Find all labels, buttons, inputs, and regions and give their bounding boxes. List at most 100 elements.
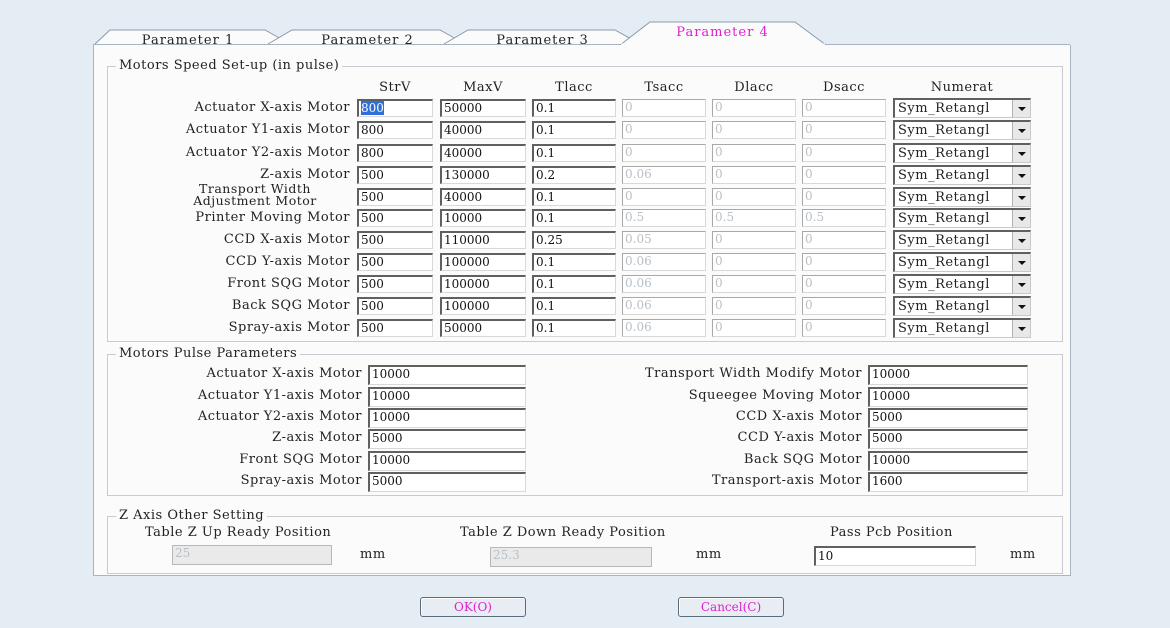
speed-tlacc-input-z-axis-motor[interactable]: 0.2 xyxy=(532,166,616,184)
speed-tlacc-input-back-sqg-motor[interactable]: 0.1 xyxy=(532,297,616,315)
z-up-input[interactable]: 25 xyxy=(172,545,332,565)
chevron-down-icon[interactable] xyxy=(1012,167,1030,184)
speed-dsacc-input-printer-moving-motor[interactable]: 0.5 xyxy=(802,209,886,227)
speed-tlacc-input-front-sqg-motor[interactable]: 0.1 xyxy=(532,275,616,293)
speed-tlacc-input-transport-width-adjustment-motor[interactable]: 0.1 xyxy=(532,188,616,206)
speed-maxv-input-transport-width-adjustment-motor[interactable]: 40000 xyxy=(440,188,526,206)
pulse-left-input-actuator-y2-axis-motor[interactable]: 10000 xyxy=(368,408,526,428)
speed-maxv-input-ccd-y-axis-motor[interactable]: 100000 xyxy=(440,253,526,271)
numerat-select-front-sqg-motor[interactable]: Sym_Retangl xyxy=(893,274,1031,294)
speed-maxv-input-actuator-y2-axis-motor[interactable]: 40000 xyxy=(440,144,526,162)
speed-dsacc-input-actuator-y1-axis-motor[interactable]: 0 xyxy=(802,121,886,139)
speed-tsacc-input-actuator-y2-axis-motor[interactable]: 0 xyxy=(622,144,706,162)
speed-tsacc-input-back-sqg-motor[interactable]: 0.06 xyxy=(622,297,706,315)
speed-tsacc-input-front-sqg-motor[interactable]: 0.06 xyxy=(622,275,706,293)
speed-dsacc-input-ccd-x-axis-motor[interactable]: 0 xyxy=(802,231,886,249)
speed-tlacc-input-actuator-x-axis-motor[interactable]: 0.1 xyxy=(532,99,616,117)
numerat-select-ccd-y-axis-motor[interactable]: Sym_Retangl xyxy=(893,252,1031,272)
speed-tsacc-input-printer-moving-motor[interactable]: 0.5 xyxy=(622,209,706,227)
chevron-down-icon[interactable] xyxy=(1012,100,1030,117)
speed-strv-input-actuator-y2-axis-motor[interactable]: 800 xyxy=(357,144,433,162)
ok-button[interactable]: OK(O) xyxy=(420,597,526,617)
speed-dsacc-input-actuator-y2-axis-motor[interactable]: 0 xyxy=(802,144,886,162)
tab-parameter-4[interactable]: Parameter 4 xyxy=(650,22,795,44)
speed-tlacc-input-printer-moving-motor[interactable]: 0.1 xyxy=(532,209,616,227)
chevron-down-icon[interactable] xyxy=(1012,122,1030,139)
speed-dlacc-input-z-axis-motor[interactable]: 0 xyxy=(712,166,796,184)
chevron-down-icon[interactable] xyxy=(1012,210,1030,227)
speed-dsacc-input-back-sqg-motor[interactable]: 0 xyxy=(802,297,886,315)
speed-dsacc-input-z-axis-motor[interactable]: 0 xyxy=(802,166,886,184)
speed-tsacc-input-ccd-y-axis-motor[interactable]: 0.06 xyxy=(622,253,706,271)
speed-tsacc-input-ccd-x-axis-motor[interactable]: 0.05 xyxy=(622,231,706,249)
speed-strv-input-actuator-y1-axis-motor[interactable]: 800 xyxy=(357,121,433,139)
speed-strv-input-z-axis-motor[interactable]: 500 xyxy=(357,166,433,184)
pulse-left-input-actuator-y1-axis-motor[interactable]: 10000 xyxy=(368,387,526,407)
speed-maxv-input-actuator-x-axis-motor[interactable]: 50000 xyxy=(440,99,526,117)
pulse-left-input-z-axis-motor[interactable]: 5000 xyxy=(368,429,526,449)
pulse-right-input-ccd-x-axis-motor[interactable]: 5000 xyxy=(868,408,1028,428)
numerat-select-actuator-y1-axis-motor[interactable]: Sym_Retangl xyxy=(893,120,1031,140)
speed-strv-input-ccd-x-axis-motor[interactable]: 500 xyxy=(357,231,433,249)
pulse-right-input-transport-axis-motor[interactable]: 1600 xyxy=(868,472,1028,492)
speed-maxv-input-ccd-x-axis-motor[interactable]: 110000 xyxy=(440,231,526,249)
speed-maxv-input-printer-moving-motor[interactable]: 10000 xyxy=(440,209,526,227)
pulse-left-input-spray-axis-motor[interactable]: 5000 xyxy=(368,472,526,492)
chevron-down-icon[interactable] xyxy=(1012,320,1030,337)
chevron-down-icon[interactable] xyxy=(1012,276,1030,293)
chevron-down-icon[interactable] xyxy=(1012,232,1030,249)
pulse-left-input-actuator-x-axis-motor[interactable]: 10000 xyxy=(368,365,526,385)
speed-dlacc-input-ccd-y-axis-motor[interactable]: 0 xyxy=(712,253,796,271)
speed-tlacc-input-actuator-y2-axis-motor[interactable]: 0.1 xyxy=(532,144,616,162)
speed-dlacc-input-actuator-y2-axis-motor[interactable]: 0 xyxy=(712,144,796,162)
numerat-select-ccd-x-axis-motor[interactable]: Sym_Retangl xyxy=(893,230,1031,250)
speed-dsacc-input-spray-axis-motor[interactable]: 0 xyxy=(802,319,886,337)
numerat-select-actuator-x-axis-motor[interactable]: Sym_Retangl xyxy=(893,98,1031,118)
numerat-select-spray-axis-motor[interactable]: Sym_Retangl xyxy=(893,318,1031,338)
speed-strv-input-actuator-x-axis-motor[interactable]: 800 xyxy=(357,99,433,117)
speed-dlacc-input-printer-moving-motor[interactable]: 0.5 xyxy=(712,209,796,227)
speed-dsacc-input-ccd-y-axis-motor[interactable]: 0 xyxy=(802,253,886,271)
speed-tlacc-input-spray-axis-motor[interactable]: 0.1 xyxy=(532,319,616,337)
speed-dlacc-input-back-sqg-motor[interactable]: 0 xyxy=(712,297,796,315)
numerat-select-transport-width-adjustment-motor[interactable]: Sym_Retangl xyxy=(893,187,1031,207)
speed-strv-input-ccd-y-axis-motor[interactable]: 500 xyxy=(357,253,433,271)
speed-tsacc-input-spray-axis-motor[interactable]: 0.06 xyxy=(622,319,706,337)
speed-dlacc-input-actuator-y1-axis-motor[interactable]: 0 xyxy=(712,121,796,139)
speed-maxv-input-z-axis-motor[interactable]: 130000 xyxy=(440,166,526,184)
speed-dlacc-input-front-sqg-motor[interactable]: 0 xyxy=(712,275,796,293)
speed-dlacc-input-ccd-x-axis-motor[interactable]: 0 xyxy=(712,231,796,249)
pulse-right-input-ccd-y-axis-motor[interactable]: 5000 xyxy=(868,429,1028,449)
speed-tsacc-input-actuator-x-axis-motor[interactable]: 0 xyxy=(622,99,706,117)
pulse-right-input-squeegee-moving-motor[interactable]: 10000 xyxy=(868,387,1028,407)
speed-maxv-input-spray-axis-motor[interactable]: 50000 xyxy=(440,319,526,337)
speed-dlacc-input-spray-axis-motor[interactable]: 0 xyxy=(712,319,796,337)
cancel-button[interactable]: Cancel(C) xyxy=(678,597,784,617)
speed-maxv-input-back-sqg-motor[interactable]: 100000 xyxy=(440,297,526,315)
speed-tsacc-input-transport-width-adjustment-motor[interactable]: 0 xyxy=(622,188,706,206)
speed-tsacc-input-actuator-y1-axis-motor[interactable]: 0 xyxy=(622,121,706,139)
pass-pcb-input[interactable]: 10 xyxy=(814,546,976,566)
z-down-input[interactable]: 25.3 xyxy=(490,547,652,567)
numerat-select-actuator-y2-axis-motor[interactable]: Sym_Retangl xyxy=(893,143,1031,163)
speed-tlacc-input-ccd-y-axis-motor[interactable]: 0.1 xyxy=(532,253,616,271)
speed-dsacc-input-actuator-x-axis-motor[interactable]: 0 xyxy=(802,99,886,117)
pulse-right-input-back-sqg-motor[interactable]: 10000 xyxy=(868,451,1028,471)
speed-dlacc-input-transport-width-adjustment-motor[interactable]: 0 xyxy=(712,188,796,206)
speed-dlacc-input-actuator-x-axis-motor[interactable]: 0 xyxy=(712,99,796,117)
pulse-left-input-front-sqg-motor[interactable]: 10000 xyxy=(368,451,526,471)
chevron-down-icon[interactable] xyxy=(1012,254,1030,271)
speed-tlacc-input-ccd-x-axis-motor[interactable]: 0.25 xyxy=(532,231,616,249)
speed-tsacc-input-z-axis-motor[interactable]: 0.06 xyxy=(622,166,706,184)
numerat-select-printer-moving-motor[interactable]: Sym_Retangl xyxy=(893,208,1031,228)
speed-strv-input-printer-moving-motor[interactable]: 500 xyxy=(357,209,433,227)
speed-dsacc-input-front-sqg-motor[interactable]: 0 xyxy=(802,275,886,293)
chevron-down-icon[interactable] xyxy=(1012,189,1030,206)
pulse-right-input-transport-width-modify-motor[interactable]: 10000 xyxy=(868,365,1028,385)
speed-strv-input-front-sqg-motor[interactable]: 500 xyxy=(357,275,433,293)
chevron-down-icon[interactable] xyxy=(1012,298,1030,315)
speed-maxv-input-actuator-y1-axis-motor[interactable]: 40000 xyxy=(440,121,526,139)
speed-strv-input-transport-width-adjustment-motor[interactable]: 500 xyxy=(357,188,433,206)
numerat-select-z-axis-motor[interactable]: Sym_Retangl xyxy=(893,165,1031,185)
speed-tlacc-input-actuator-y1-axis-motor[interactable]: 0.1 xyxy=(532,121,616,139)
